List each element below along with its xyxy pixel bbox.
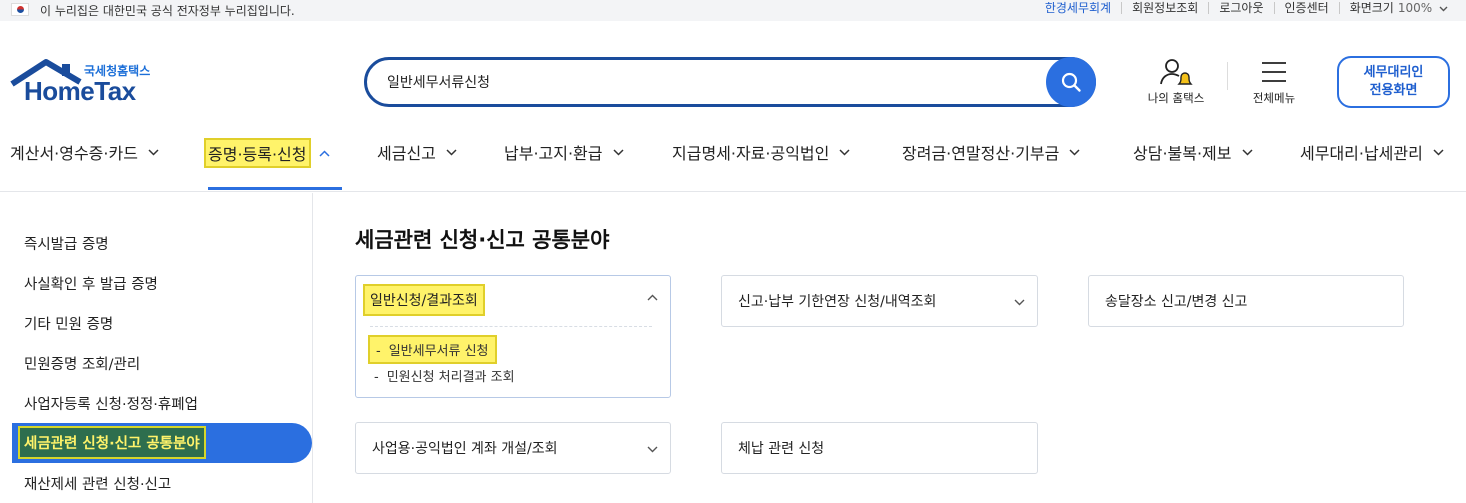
chevron-up-icon <box>647 294 658 301</box>
utility-links: 한경세무회계 회원정보조회 로그아웃 인증센터 화면크기 100% <box>1035 2 1448 14</box>
chevron-down-icon <box>1014 299 1025 306</box>
nav-item-tax-agent[interactable]: 세무대리·납세관리 <box>1300 140 1444 164</box>
zoom-control[interactable]: 화면크기 100% <box>1338 1 1448 15</box>
nav-item-invoice[interactable]: 계산서·영수증·카드 <box>10 140 159 164</box>
card-arrears-application[interactable]: 체납 관련 신청 <box>721 422 1038 474</box>
chevron-down-icon <box>1241 148 1253 156</box>
chevron-down-icon <box>647 446 658 453</box>
tax-agent-screen-button[interactable]: 세무대리인 전용화면 <box>1337 56 1450 108</box>
agent-label-line2: 전용화면 <box>1369 83 1418 98</box>
all-menu-label: 전체메뉴 <box>1252 91 1296 105</box>
nav-item-certificate[interactable]: 증명·등록·신청 <box>204 138 330 168</box>
sidebar-item-instant-cert[interactable]: 즉시발급 증명 <box>24 233 109 254</box>
link-application-result[interactable]: - 민원신청 처리결과 조회 <box>374 366 515 385</box>
my-hometax-label: 나의 홈택스 <box>1147 91 1205 105</box>
chevron-down-icon <box>148 148 159 156</box>
nav-item-label: 상담·불복·제보 <box>1133 144 1232 163</box>
sidebar-item-other-cert[interactable]: 기타 민원 증명 <box>24 313 113 334</box>
nav-item-incentive[interactable]: 장려금·연말정산·기부금 <box>902 140 1080 164</box>
zoom-label: 화면크기 <box>1349 1 1394 15</box>
card-deadline-extension[interactable]: 신고·납부 기한연장 신청/내역조회 <box>721 275 1038 327</box>
chevron-down-icon <box>612 148 624 156</box>
nav-item-label: 증명·등록·신청 <box>204 138 311 168</box>
page-title: 세금관련 신청·신고 공통분야 <box>355 228 610 252</box>
link-general-tax-document[interactable]: - 일반세무서류 신청 <box>368 335 497 364</box>
hamburger-menu-icon <box>1262 62 1286 82</box>
search-icon <box>1061 72 1081 92</box>
nav-item-label: 세무대리·납세관리 <box>1300 144 1423 163</box>
sidebar-item-cert-manage[interactable]: 민원증명 조회/관리 <box>24 353 140 374</box>
card-title: 사업용·공익법인 계좌 개설/조회 <box>372 441 558 457</box>
korea-flag-icon <box>11 3 29 16</box>
chevron-down-icon <box>1433 148 1444 156</box>
card-title: 체납 관련 신청 <box>738 441 825 457</box>
gov-notice: 이 누리집은 대한민국 공식 전자정부 누리집입니다. <box>40 4 295 18</box>
sidebar-item-verified-cert[interactable]: 사실확인 후 발급 증명 <box>24 273 158 294</box>
header-divider <box>1227 62 1228 90</box>
user-bell-icon <box>1160 59 1193 85</box>
card-delivery-address[interactable]: 송달장소 신고/변경 신고 <box>1088 275 1404 327</box>
card-title: 신고·납부 기한연장 신청/내역조회 <box>738 294 937 310</box>
link-hankyung-tax[interactable]: 한경세무회계 <box>1035 2 1121 14</box>
link-label: 민원신청 처리결과 조회 <box>386 370 515 385</box>
side-menu: 즉시발급 증명 사실확인 후 발급 증명 기타 민원 증명 민원증명 조회/관리… <box>0 193 313 503</box>
logo-name: HomeTax <box>24 76 136 106</box>
link-member-info[interactable]: 회원정보조회 <box>1121 2 1208 14</box>
chevron-down-icon <box>1439 6 1448 12</box>
nav-item-tax-return[interactable]: 세금신고 <box>377 140 457 164</box>
card-title: 일반신청/결과조회 <box>363 284 485 316</box>
nav-item-label: 계산서·영수증·카드 <box>10 144 138 163</box>
chevron-up-icon <box>318 149 330 157</box>
search-button[interactable] <box>1046 57 1096 107</box>
chevron-down-icon <box>446 148 457 156</box>
chevron-down-icon <box>839 148 850 156</box>
nav-item-payment[interactable]: 납부·고지·환급 <box>504 140 624 164</box>
agent-label-line1: 세무대리인 <box>1363 65 1424 80</box>
card-general-application[interactable]: 일반신청/결과조회 - 일반세무서류 신청 - 민원신청 처리결과 조회 <box>355 275 671 398</box>
my-hometax-button[interactable]: 나의 홈택스 <box>1140 56 1212 106</box>
card-title: 송달장소 신고/변경 신고 <box>1105 294 1248 310</box>
search-input[interactable] <box>387 70 1027 94</box>
all-menu-button[interactable]: 전체메뉴 <box>1238 56 1310 106</box>
link-logout[interactable]: 로그아웃 <box>1208 2 1273 14</box>
bullet-dash: - <box>374 370 379 385</box>
nav-item-consult[interactable]: 상담·불복·제보 <box>1133 140 1253 164</box>
top-utility-bar: 이 누리집은 대한민국 공식 전자정부 누리집입니다. 한경세무회계 회원정보조… <box>0 0 1466 21</box>
chevron-down-icon <box>1069 148 1080 156</box>
search-box <box>364 57 1096 107</box>
main-nav: 계산서·영수증·카드 증명·등록·신청 세금신고 납부·고지·환급 지급명세·자… <box>0 126 1466 192</box>
card-divider <box>370 326 652 327</box>
card-business-account[interactable]: 사업용·공익법인 계좌 개설/조회 <box>355 422 671 474</box>
sidebar-item-business-registration[interactable]: 사업자등록 신청·정정·휴폐업 <box>24 393 198 414</box>
nav-item-payment-statement[interactable]: 지급명세·자료·공익법인 <box>672 140 850 164</box>
nav-item-label: 지급명세·자료·공익법인 <box>672 144 830 163</box>
nav-item-label: 납부·고지·환급 <box>504 144 603 163</box>
link-cert-center[interactable]: 인증센터 <box>1273 2 1339 14</box>
nav-item-label: 세금신고 <box>377 144 436 163</box>
sidebar-item-tax-common-label: 세금관련 신청·신고 공통분야 <box>18 426 206 459</box>
sidebar-item-property-tax[interactable]: 재산제세 관련 신청·신고 <box>24 473 171 494</box>
nav-active-underline <box>208 187 342 190</box>
nav-item-label: 장려금·연말정산·기부금 <box>902 144 1060 163</box>
bullet-dash: - <box>376 344 381 359</box>
hometax-logo[interactable]: 국세청홈택스 HomeTax <box>10 58 170 108</box>
link-label: 일반세무서류 신청 <box>388 344 489 359</box>
zoom-value: 100% <box>1397 1 1433 15</box>
